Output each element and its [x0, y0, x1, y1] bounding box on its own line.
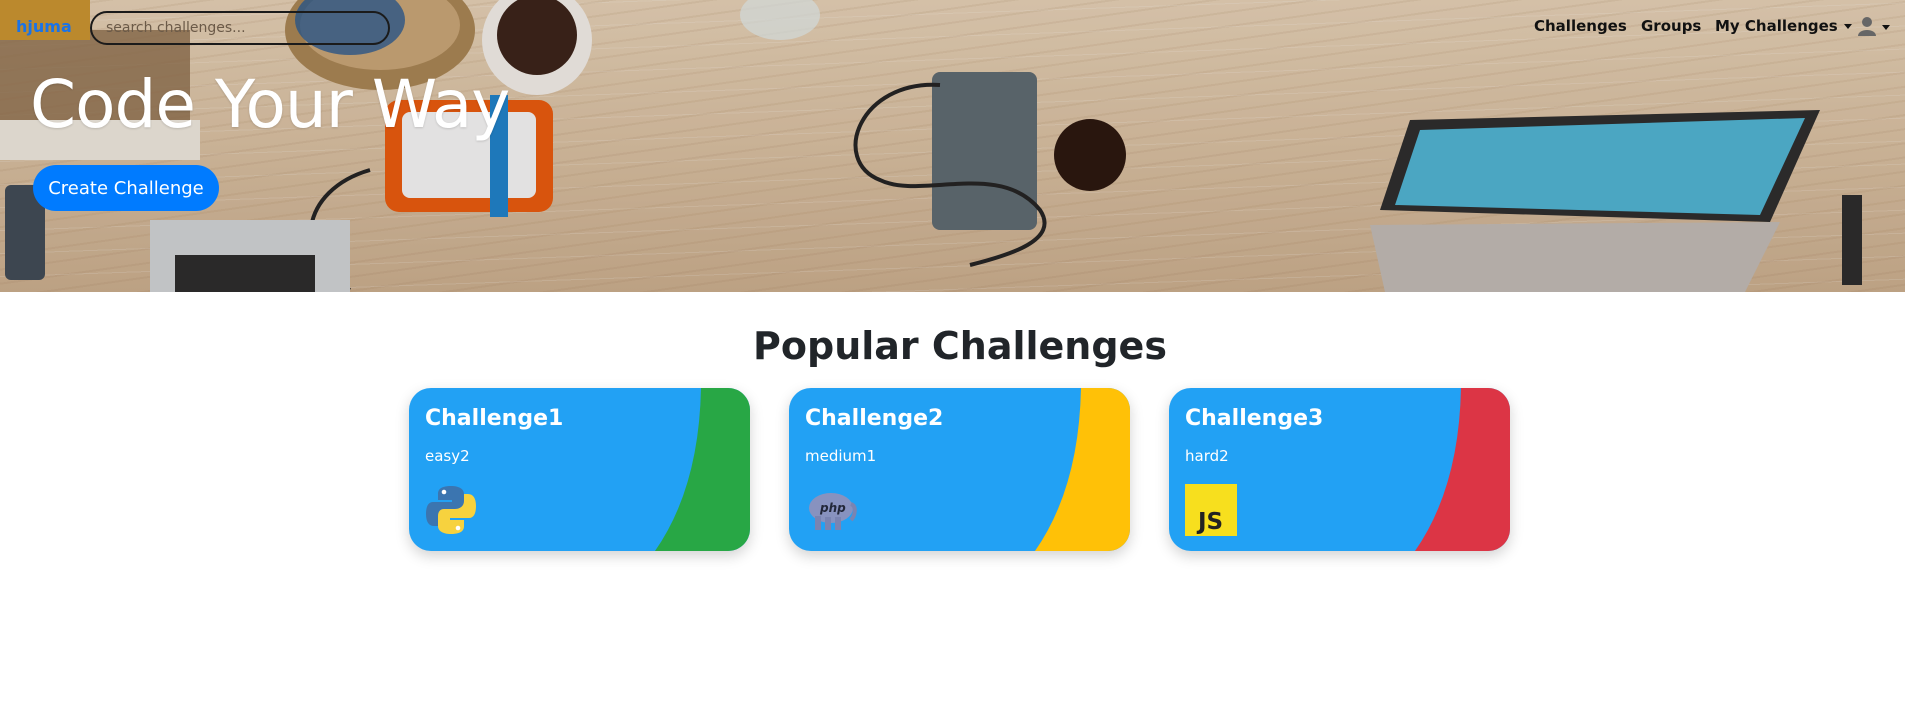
card-difficulty: hard2: [1185, 447, 1229, 465]
hero-banner: hjuma Challenges Groups My Challenges Co…: [0, 0, 1905, 292]
card-title: Challenge3: [1185, 406, 1324, 431]
nav-my-challenges[interactable]: My Challenges: [1715, 17, 1852, 35]
php-icon: php: [809, 493, 857, 530]
card-difficulty: medium1: [805, 447, 877, 465]
python-icon: [426, 486, 476, 534]
brand-logo[interactable]: hjuma: [16, 17, 72, 36]
chevron-down-icon: [1882, 25, 1890, 30]
card-title: Challenge2: [805, 406, 944, 431]
user-icon: [1858, 17, 1876, 36]
navbar: hjuma Challenges Groups My Challenges: [0, 0, 1905, 54]
challenge-card[interactable]: Challenge1 easy2: [409, 388, 750, 551]
challenge-card[interactable]: Challenge3 hard2 JS: [1169, 388, 1510, 551]
svg-text:JS: JS: [1196, 509, 1223, 535]
user-menu[interactable]: [1858, 16, 1898, 38]
nav-groups[interactable]: Groups: [1641, 17, 1701, 35]
nav-my-challenges-label: My Challenges: [1715, 17, 1838, 35]
nav-challenges[interactable]: Challenges: [1534, 17, 1627, 35]
card-difficulty: easy2: [425, 447, 470, 465]
chevron-down-icon: [1843, 24, 1852, 29]
javascript-icon: JS: [1185, 484, 1237, 536]
challenge-card[interactable]: Challenge2 medium1 php: [789, 388, 1130, 551]
section-title: Popular Challenges: [753, 324, 1167, 368]
card-title: Challenge1: [425, 406, 564, 431]
hero-title: Code Your Way: [30, 66, 510, 143]
search-input[interactable]: [90, 11, 390, 45]
svg-text:php: php: [819, 501, 846, 515]
create-challenge-button[interactable]: Create Challenge: [33, 165, 219, 211]
